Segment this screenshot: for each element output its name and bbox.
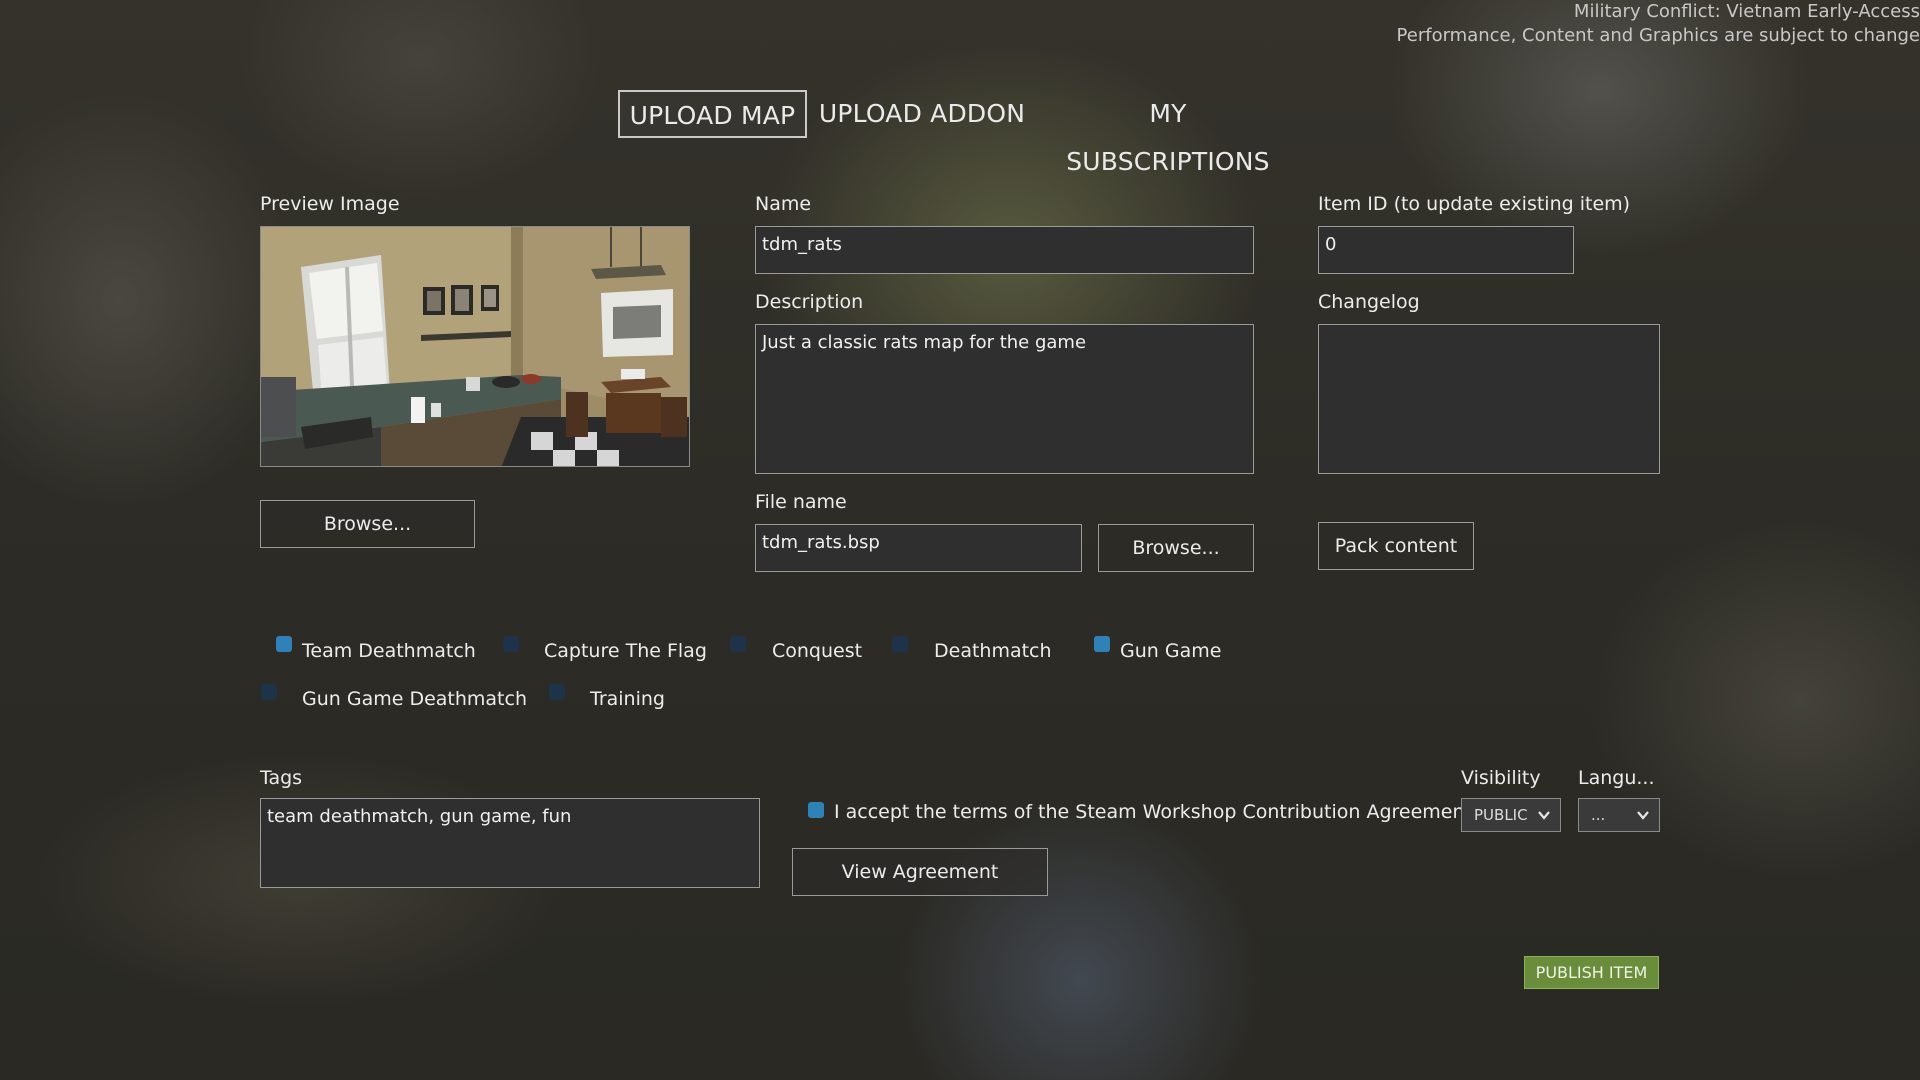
version-notice: Military Conflict: Vietnam Early-Access …	[1397, 0, 1920, 48]
label-deathmatch: Deathmatch	[934, 640, 1052, 662]
description-textarea[interactable]: Just a classic rats map for the game	[755, 324, 1254, 474]
description-label: Description	[755, 291, 864, 313]
checkbox-training[interactable]	[549, 684, 565, 700]
accept-agreement-label: I accept the terms of the Steam Workshop…	[834, 801, 1472, 823]
tags-textarea[interactable]: team deathmatch, gun game, fun	[260, 798, 760, 888]
label-team-deathmatch: Team Deathmatch	[302, 640, 476, 662]
tab-my-subscriptions[interactable]: MY SUBSCRIPTIONS	[1046, 90, 1290, 176]
version-notice-subtitle: Performance, Content and Graphics are su…	[1396, 25, 1920, 46]
tags-label: Tags	[260, 767, 303, 789]
language-dropdown[interactable]: ...	[1578, 798, 1660, 832]
tab-upload-map[interactable]: UPLOAD MAP	[618, 90, 807, 138]
chevron-down-icon	[1636, 799, 1650, 842]
label-gun-game-deathmatch: Gun Game Deathmatch	[302, 688, 527, 710]
version-notice-title: Military Conflict: Vietnam Early-Access	[1573, 1, 1920, 22]
checkbox-gun-game[interactable]	[1094, 636, 1110, 652]
pack-content-button[interactable]: Pack content	[1318, 522, 1474, 570]
file-browse-button[interactable]: Browse...	[1098, 524, 1254, 572]
label-conquest: Conquest	[772, 640, 863, 662]
preview-image-label: Preview Image	[260, 193, 400, 215]
preview-image-picture	[261, 227, 689, 466]
language-label: Langu...	[1578, 767, 1655, 789]
file-name-label: File name	[755, 491, 847, 513]
checkbox-gun-game-deathmatch[interactable]	[261, 684, 277, 700]
changelog-label: Changelog	[1318, 291, 1420, 313]
tab-upload-addon[interactable]: UPLOAD ADDON	[818, 90, 1026, 138]
item-id-input[interactable]: 0	[1318, 226, 1574, 274]
label-training: Training	[590, 688, 665, 710]
label-gun-game: Gun Game	[1120, 640, 1222, 662]
checkbox-accept-agreement[interactable]	[808, 802, 824, 818]
visibility-value: PUBLIC	[1474, 806, 1528, 824]
visibility-label: Visibility	[1461, 767, 1541, 789]
visibility-dropdown[interactable]: PUBLIC	[1461, 798, 1561, 832]
file-name-input[interactable]: tdm_rats.bsp	[755, 524, 1082, 572]
checkbox-team-deathmatch[interactable]	[276, 636, 292, 652]
label-capture-the-flag: Capture The Flag	[544, 640, 707, 662]
checkbox-capture-the-flag[interactable]	[503, 636, 519, 652]
publish-item-button[interactable]: PUBLISH ITEM	[1524, 956, 1659, 989]
checkbox-deathmatch[interactable]	[892, 636, 908, 652]
item-id-label: Item ID (to update existing item)	[1318, 193, 1631, 215]
preview-browse-button[interactable]: Browse...	[260, 500, 475, 548]
checkbox-conquest[interactable]	[730, 636, 746, 652]
name-input[interactable]: tdm_rats	[755, 226, 1254, 274]
view-agreement-button[interactable]: View Agreement	[792, 848, 1048, 896]
name-label: Name	[755, 193, 812, 215]
chevron-down-icon	[1537, 799, 1551, 842]
changelog-textarea[interactable]	[1318, 324, 1660, 474]
preview-image[interactable]	[260, 226, 690, 467]
language-value: ...	[1591, 806, 1606, 824]
